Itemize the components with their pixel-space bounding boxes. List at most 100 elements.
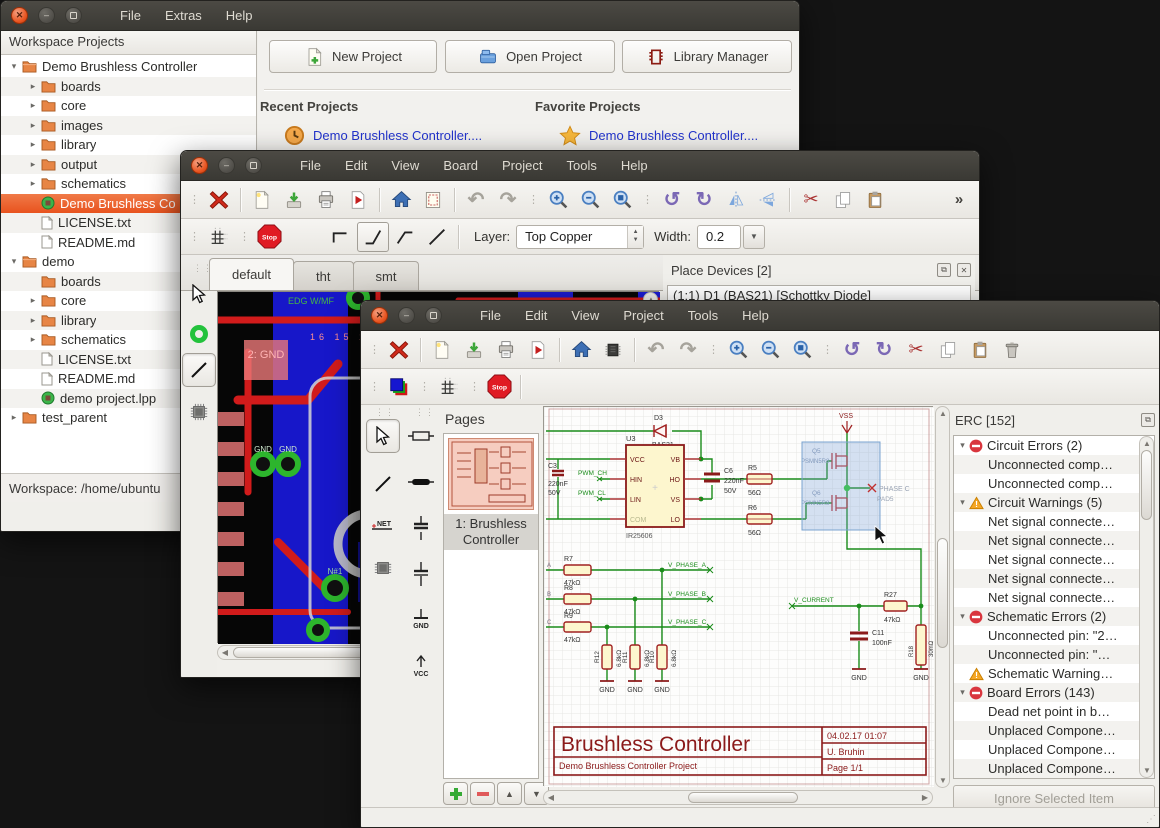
erc-item[interactable]: Net signal connecte…	[954, 531, 1154, 550]
redo-icon[interactable]: ↷	[492, 185, 524, 215]
scroll-left-icon[interactable]: ◀	[218, 648, 232, 657]
width-dropdown-icon[interactable]: ▼	[742, 224, 765, 249]
chip-icon[interactable]	[597, 335, 629, 365]
component-tool-icon[interactable]	[366, 551, 400, 585]
dock-float-icon[interactable]: ⧉	[1141, 413, 1155, 427]
erc-item[interactable]: Dead net point in b…	[954, 702, 1154, 721]
zoom-out-icon[interactable]	[754, 335, 786, 365]
remove-page-button[interactable]	[470, 782, 495, 805]
expander-icon[interactable]: ▸	[26, 81, 40, 92]
expander-icon[interactable]: ▸	[7, 412, 21, 423]
rotate-ccw-icon[interactable]: ↺	[656, 185, 688, 215]
select-tool-icon[interactable]	[366, 419, 400, 453]
resistor-tool-icon[interactable]	[404, 419, 438, 453]
home-button[interactable]	[385, 185, 417, 215]
tab-tht[interactable]: tht	[293, 261, 354, 290]
wire-mode-45deg-icon[interactable]	[357, 221, 389, 252]
close-button[interactable]: ✕	[191, 157, 208, 174]
close-project-button[interactable]	[203, 185, 235, 215]
cut-icon[interactable]: ✂	[795, 185, 827, 215]
menu-item-help[interactable]: Help	[216, 3, 263, 28]
new-file-button[interactable]	[426, 335, 458, 365]
wire-tool-icon[interactable]	[366, 467, 400, 501]
flip-horizontal-icon[interactable]	[752, 185, 784, 215]
zoom-in-icon[interactable]	[542, 185, 574, 215]
minimize-button[interactable]: –	[38, 7, 55, 24]
menu-item-edit[interactable]: Edit	[515, 303, 557, 328]
minimize-button[interactable]: –	[398, 307, 415, 324]
pages-list[interactable]: 1: Brushless Controller	[443, 433, 539, 779]
redo-icon[interactable]: ↷	[672, 335, 704, 365]
width-input[interactable]: 0.2	[696, 224, 741, 249]
expander-icon[interactable]: ▾	[956, 687, 969, 698]
erc-group[interactable]: ▾ Board Errors (143)	[954, 683, 1154, 702]
zoom-fit-icon[interactable]	[786, 335, 818, 365]
save-button[interactable]	[278, 185, 310, 215]
wire-mode-corner-icon[interactable]	[325, 222, 357, 252]
erc-group[interactable]: ! Schematic Warning…	[954, 664, 1154, 683]
expander-icon[interactable]: ▸	[26, 334, 40, 345]
menu-item-board[interactable]: Board	[433, 153, 488, 178]
save-button[interactable]	[458, 335, 490, 365]
toolbar-grip[interactable]: ⋮	[369, 343, 380, 356]
spinner-icon[interactable]: ▲ ▼	[627, 225, 644, 248]
copy-icon[interactable]	[827, 185, 859, 215]
zoom-out-icon[interactable]	[574, 185, 606, 215]
expander-icon[interactable]: ▸	[26, 315, 40, 326]
toolbar-grip[interactable]: ⋮	[189, 230, 200, 243]
scroll-right-icon[interactable]: ▶	[918, 793, 932, 802]
toolbar-grip[interactable]: ⋮	[419, 380, 430, 393]
paste-icon[interactable]	[859, 185, 891, 215]
toolbar-grip[interactable]: ⋮	[708, 343, 719, 356]
menu-item-file[interactable]: File	[290, 153, 331, 178]
erc-item[interactable]: Unconnected pin: "2…	[954, 626, 1154, 645]
wire-mode-straight-icon[interactable]	[421, 222, 453, 252]
toolbar-grip[interactable]: ⋮	[822, 343, 833, 356]
resize-grip-icon[interactable]: ⋰	[1146, 814, 1156, 825]
menu-item-file[interactable]: File	[470, 303, 511, 328]
scroll-up-icon[interactable]: ▲	[936, 407, 950, 418]
scroll-left-icon[interactable]: ◀	[544, 793, 558, 802]
maximize-button[interactable]	[425, 307, 442, 324]
stop-icon[interactable]: Stop	[483, 372, 515, 402]
close-button[interactable]: ✕	[11, 7, 28, 24]
page-thumbnail[interactable]	[448, 438, 534, 510]
via-tool-icon[interactable]	[182, 317, 216, 351]
menu-item-project[interactable]: Project	[613, 303, 673, 328]
toolbar-overflow-icon[interactable]: »	[943, 185, 975, 215]
board-setup-icon[interactable]	[417, 185, 449, 215]
new-project-button[interactable]: New Project	[269, 40, 437, 73]
titlebar[interactable]: ✕ – File Edit View Board Project Tools H…	[181, 151, 979, 181]
erc-scrollbar[interactable]: ▲ ▼	[1139, 436, 1154, 778]
rotate-cw-icon[interactable]: ↻	[688, 185, 720, 215]
erc-item[interactable]: Net signal connecte…	[954, 588, 1154, 607]
page-list-item[interactable]: 1: Brushless Controller	[444, 514, 538, 550]
erc-item[interactable]: Unconnected pin: "…	[954, 645, 1154, 664]
favorite-project-item[interactable]: Demo Brushless Controller....	[559, 125, 758, 146]
erc-item[interactable]: Unplaced Compone…	[954, 759, 1154, 778]
toolbar-grip[interactable]: ⋮	[189, 193, 200, 206]
scroll-down-icon[interactable]: ▼	[936, 776, 950, 785]
erc-group[interactable]: ▾ Schematic Errors (2)	[954, 607, 1154, 626]
expander-icon[interactable]: ▸	[26, 120, 40, 131]
dock-close-icon[interactable]: ✕	[957, 263, 971, 277]
cut-icon[interactable]: ✂	[900, 335, 932, 365]
erc-list[interactable]: ▾ Circuit Errors (2) Unconnected comp… Un…	[953, 435, 1155, 779]
menu-item-view[interactable]: View	[561, 303, 609, 328]
new-file-button[interactable]	[246, 185, 278, 215]
close-button[interactable]: ✕	[371, 307, 388, 324]
maximize-button[interactable]	[65, 7, 82, 24]
tree-item[interactable]: ▸ boards	[1, 76, 256, 96]
schematic-vertical-scrollbar[interactable]: ▲ ▼	[935, 406, 950, 788]
flip-vertical-icon[interactable]	[720, 185, 752, 215]
toolbar-grip[interactable]: ⋮	[369, 380, 380, 393]
schematic-canvas[interactable]: D3 BAS21 U3 IR25606 + VCC HIN LIN COM VB…	[543, 406, 935, 787]
titlebar[interactable]: ✕ – File Edit View Project Tools Help	[361, 301, 1159, 331]
expander-icon[interactable]: ▾	[7, 61, 21, 72]
minimize-button[interactable]: –	[218, 157, 235, 174]
library-manager-button[interactable]: Library Manager	[622, 40, 792, 73]
polarized-capacitor-tool-icon[interactable]	[404, 511, 438, 545]
menu-item-view[interactable]: View	[381, 153, 429, 178]
expander-icon[interactable]: ▾	[7, 256, 21, 267]
toolbar-grip[interactable]: ⋮	[239, 230, 250, 243]
